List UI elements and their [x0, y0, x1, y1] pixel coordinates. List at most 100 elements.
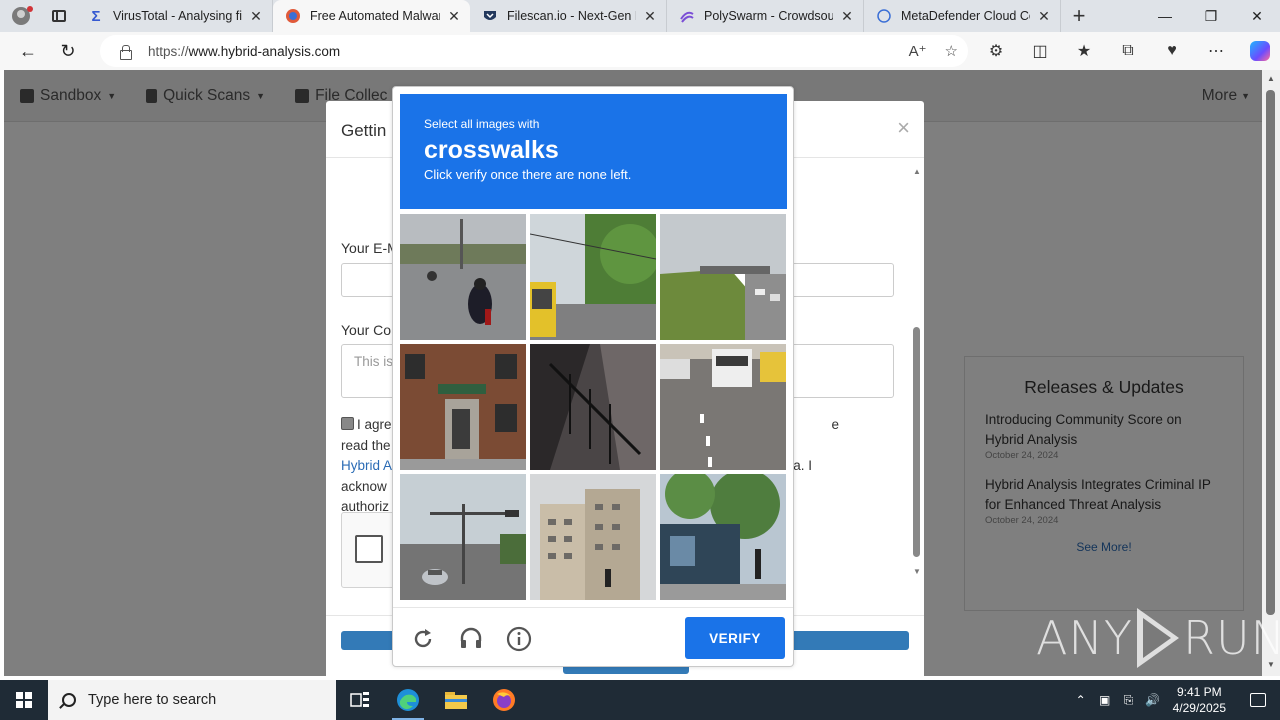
comment-label: Your Co [341, 322, 392, 338]
tab-close-icon[interactable]: ✕ [248, 8, 264, 25]
scroll-up-icon[interactable]: ▲ [912, 167, 922, 176]
taskbar-file-explorer[interactable] [432, 680, 480, 720]
agree-prefix: I agre [357, 417, 392, 432]
taskbar-firefox[interactable] [480, 680, 528, 720]
captcha-tile[interactable] [530, 474, 656, 600]
favorite-star-icon[interactable]: ☆ [945, 42, 958, 60]
prompt-subtext: Click verify once there are none left. [424, 167, 632, 182]
scrollbar-thumb[interactable] [1266, 90, 1275, 615]
browser-essentials-icon[interactable]: ♥ [1150, 32, 1194, 70]
split-screen-icon[interactable]: ◫ [1018, 32, 1062, 70]
prompt-instruction: Select all images with [424, 117, 540, 131]
browser-tab-bar: Σ VirusTotal - Analysing file ✕ Free Aut… [0, 0, 1280, 32]
tile-image-hotel [530, 474, 656, 600]
notification-dot [27, 6, 33, 12]
tile-image-overpass [660, 214, 786, 340]
clock-date: 4/29/2025 [1172, 701, 1226, 715]
system-tray: ⌃ ▣ ⎘ 🔊 9:41 PM 4/29/2025 [1069, 680, 1280, 720]
browser-toolbar: ← ↻ https://www.hybrid-analysis.com A⁺ ☆… [0, 32, 1280, 70]
tab-filescan[interactable]: Filescan.io - Next-Gen M ✕ [470, 0, 667, 32]
verify-button[interactable]: VERIFY [685, 617, 785, 659]
scroll-down-icon[interactable]: ▼ [912, 567, 922, 576]
meet-now-icon[interactable]: ▣ [1093, 693, 1117, 707]
refresh-button[interactable]: ↻ [48, 32, 88, 70]
info-icon[interactable] [504, 624, 534, 654]
captcha-tile[interactable] [400, 474, 526, 600]
search-placeholder: Type here to search [88, 692, 217, 708]
tab-close-icon[interactable]: ✕ [1036, 8, 1052, 25]
tab-actions-icon [52, 10, 66, 22]
tab-title: MetaDefender Cloud Co [901, 9, 1030, 23]
read-aloud-icon[interactable]: A⁺ [909, 42, 927, 60]
favorites-icon[interactable]: ★ [1062, 32, 1106, 70]
show-hidden-icons[interactable]: ⌃ [1069, 693, 1093, 707]
tab-close-icon[interactable]: ✕ [446, 8, 462, 25]
windows-taskbar: Type here to search ⌃ ▣ ⎘ 🔊 9:41 PM 4/29… [0, 680, 1280, 720]
tab-title: Free Automated Malware [310, 9, 440, 23]
minimize-button[interactable]: — [1142, 0, 1188, 32]
tile-image-motorcyclist [400, 214, 526, 340]
captcha-tile[interactable] [660, 474, 786, 600]
taskbar-search[interactable]: Type here to search [48, 680, 336, 720]
notification-icon [1250, 693, 1266, 707]
captcha-image-grid [400, 214, 787, 601]
hybrid-analysis-icon [285, 8, 301, 24]
captcha-prompt: Select all images with crosswalks Click … [400, 94, 787, 209]
captcha-tile[interactable] [400, 344, 526, 470]
close-window-button[interactable]: ✕ [1234, 0, 1280, 32]
polyswarm-icon [679, 8, 695, 24]
tab-metadefender[interactable]: MetaDefender Cloud Co ✕ [864, 0, 1061, 32]
tab-actions-button[interactable] [42, 0, 76, 32]
tile-image-storefront [660, 474, 786, 600]
tile-image-brick-building [400, 344, 526, 470]
clock-time: 9:41 PM [1176, 685, 1222, 699]
profile-button[interactable] [0, 0, 42, 32]
captcha-tile[interactable] [660, 214, 786, 340]
start-button[interactable] [0, 680, 48, 720]
tab-title: VirusTotal - Analysing file [113, 9, 242, 23]
watermark-right: RUN [1182, 611, 1280, 665]
windows-logo-icon [16, 692, 32, 708]
comment-placeholder: This is [354, 354, 394, 369]
divider [393, 607, 793, 608]
scroll-up-icon[interactable]: ▲ [1262, 74, 1280, 83]
captcha-tile[interactable] [530, 344, 656, 470]
tab-close-icon[interactable]: ✕ [839, 8, 855, 25]
collections-icon[interactable]: ⧉ [1106, 32, 1150, 70]
tab-close-icon[interactable]: ✕ [642, 8, 658, 25]
lock-icon [118, 44, 132, 60]
clock[interactable]: 9:41 PM 4/29/2025 [1173, 684, 1226, 716]
taskbar-edge[interactable] [384, 680, 432, 720]
tile-image-bus-road [530, 214, 656, 340]
network-icon[interactable]: ⎘ [1117, 693, 1141, 708]
extensions-icon[interactable]: ⚙ [974, 32, 1018, 70]
back-button[interactable]: ← [8, 32, 48, 70]
volume-icon[interactable]: 🔊 [1141, 693, 1165, 707]
tab-polyswarm[interactable]: PolySwarm - Crowdsourc ✕ [667, 0, 864, 32]
notification-center-button[interactable] [1236, 680, 1280, 720]
tab-title: PolySwarm - Crowdsourc [704, 9, 833, 23]
new-tab-button[interactable]: + [1061, 0, 1097, 32]
captcha-tile[interactable] [660, 344, 786, 470]
url-host: www.hybrid-analysis.com [188, 43, 341, 59]
refresh-challenge-icon[interactable] [408, 624, 438, 654]
watermark-left: ANY [1036, 611, 1133, 665]
address-bar[interactable]: https://www.hybrid-analysis.com A⁺ ☆ [100, 35, 968, 67]
restore-button[interactable]: ❐ [1188, 0, 1234, 32]
edge-icon [397, 689, 419, 711]
captcha-tile[interactable] [530, 214, 656, 340]
tab-hybrid-analysis[interactable]: Free Automated Malware ✕ [273, 0, 470, 32]
tab-virustotal[interactable]: Σ VirusTotal - Analysing file ✕ [76, 0, 273, 32]
captcha-tile[interactable] [400, 214, 526, 340]
settings-more-icon[interactable]: ⋯ [1194, 32, 1238, 70]
modal-close-icon[interactable]: × [897, 115, 910, 141]
terms-link[interactable]: Hybrid A [341, 458, 392, 473]
audio-challenge-icon[interactable] [456, 624, 486, 654]
captcha-checkbox[interactable] [355, 535, 383, 563]
task-view-button[interactable] [336, 680, 384, 720]
anyrun-watermark: ANY RUN [1036, 608, 1280, 668]
modal-scrollbar[interactable]: ▲ ▼ [912, 167, 922, 577]
scrollbar-thumb[interactable] [913, 327, 920, 557]
page-scrollbar[interactable]: ▲ ▼ [1262, 70, 1280, 676]
copilot-icon[interactable] [1238, 32, 1280, 70]
